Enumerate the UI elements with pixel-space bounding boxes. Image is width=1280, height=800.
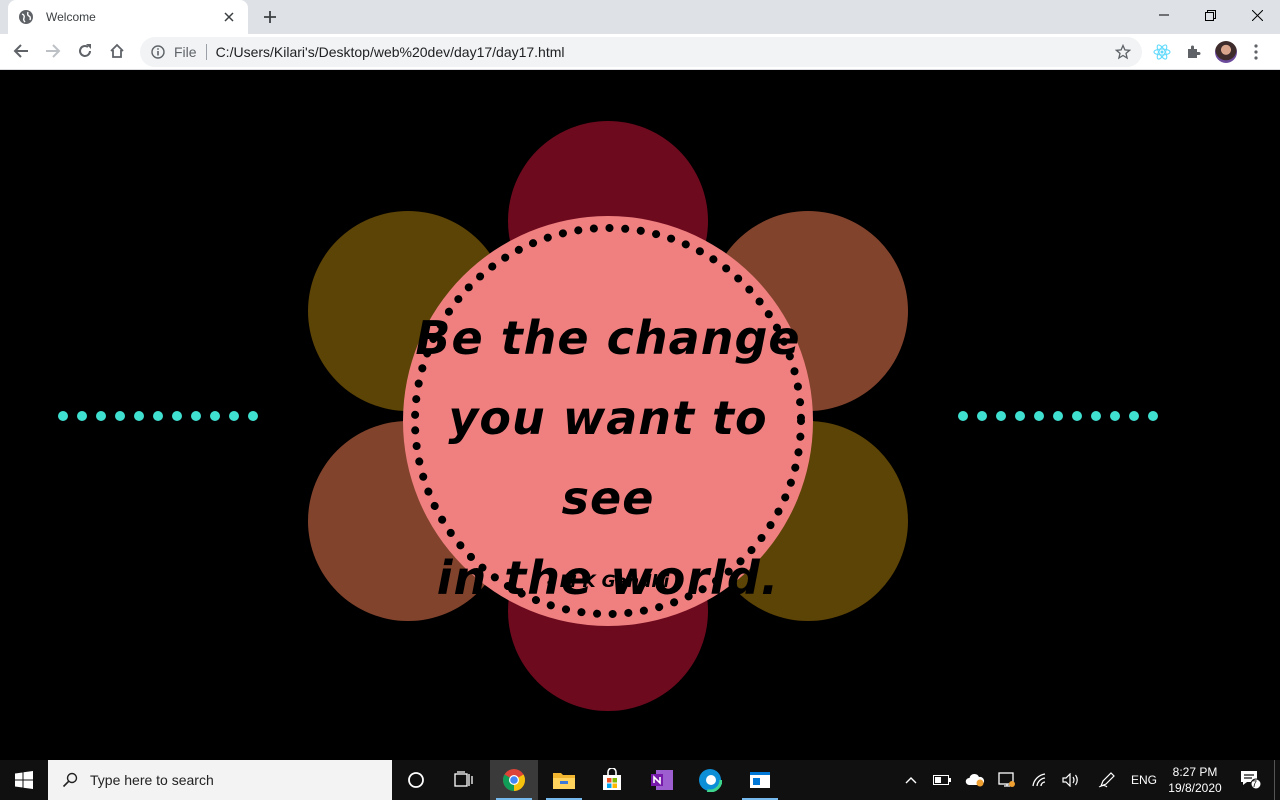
page-viewport: Be the change you want to see in the wor… <box>0 71 1280 760</box>
search-icon <box>62 772 78 788</box>
profile-avatar[interactable] <box>1213 39 1239 65</box>
teal-dot <box>1053 411 1063 421</box>
minimize-button[interactable] <box>1141 0 1187 30</box>
omnibox-divider <box>205 44 207 60</box>
action-center-button[interactable]: 7 <box>1234 760 1268 800</box>
language-label: ENG <box>1130 773 1157 787</box>
info-icon[interactable] <box>150 44 166 60</box>
cortana-circle-icon <box>408 772 424 788</box>
windows-taskbar: Type here to search ENG 8:27 PM 19/8/202… <box>0 760 1280 800</box>
onenote-icon <box>651 770 673 790</box>
task-view-icon <box>454 771 473 787</box>
clock-date: 19/8/2020 <box>1168 781 1222 795</box>
tab-title: Welcome <box>46 10 96 24</box>
address-bar[interactable]: File C:/Users/Kilari's/Desktop/web%20dev… <box>140 37 1142 67</box>
wifi-icon <box>1032 773 1046 787</box>
quote-line: you want to see <box>448 391 768 525</box>
bookmark-star-icon[interactable] <box>1110 39 1136 65</box>
teal-dot <box>1110 411 1120 421</box>
pen-workspace-tray[interactable] <box>1094 760 1120 800</box>
teal-dot <box>191 411 201 421</box>
teal-dot <box>1034 411 1044 421</box>
search-placeholder: Type here to search <box>90 772 214 788</box>
back-button[interactable] <box>6 36 36 66</box>
onedrive-tray[interactable] <box>960 760 990 800</box>
language-indicator[interactable]: ENG <box>1126 760 1162 800</box>
cortana-button[interactable] <box>392 760 440 800</box>
taskbar-file-explorer[interactable] <box>540 760 588 800</box>
dots-right <box>958 411 1158 421</box>
taskbar-store[interactable] <box>588 760 636 800</box>
dots-left <box>58 411 258 421</box>
quote-author: - M K Gandhi <box>546 572 670 592</box>
battery-icon <box>933 775 951 785</box>
scheme-label: File <box>174 44 197 60</box>
menu-kebab-icon[interactable] <box>1243 39 1269 65</box>
edge-icon <box>698 768 722 792</box>
teal-dot <box>229 411 239 421</box>
avatar <box>1215 41 1237 63</box>
windows-logo-icon <box>15 771 33 789</box>
speaker-icon <box>1062 773 1078 787</box>
show-hidden-icons-button[interactable] <box>898 760 924 800</box>
teal-dot <box>1148 411 1158 421</box>
teal-dot <box>996 411 1006 421</box>
tab-strip: Welcome <box>0 0 1280 34</box>
teal-dot <box>77 411 87 421</box>
system-clock[interactable]: 8:27 PM 19/8/2020 <box>1160 764 1230 796</box>
teal-dot <box>1072 411 1082 421</box>
wifi-tray[interactable] <box>1028 760 1054 800</box>
tab-welcome[interactable]: Welcome <box>8 0 248 34</box>
folder-icon <box>553 773 575 789</box>
clock-time: 8:27 PM <box>1172 765 1218 779</box>
home-button[interactable] <box>102 36 132 66</box>
notification-badge: 7 <box>1251 779 1257 789</box>
reload-button[interactable] <box>70 36 100 66</box>
teal-dot <box>1091 411 1101 421</box>
cloud-sync-icon <box>965 773 985 787</box>
start-button[interactable] <box>0 760 48 800</box>
taskbar-onenote[interactable] <box>638 760 686 800</box>
pen-icon <box>1098 772 1115 788</box>
teal-dot <box>1129 411 1139 421</box>
taskbar-edge[interactable] <box>686 760 734 800</box>
screen-capture-tray[interactable] <box>994 760 1020 800</box>
quote-text: Be the change you want to see in the wor… <box>403 298 813 618</box>
quote-line: Be the change <box>415 311 801 365</box>
teal-dot <box>1015 411 1025 421</box>
window-app-icon <box>750 772 770 788</box>
volume-tray[interactable] <box>1058 760 1084 800</box>
globe-icon <box>18 9 34 25</box>
teal-dot <box>58 411 68 421</box>
restore-button[interactable] <box>1187 0 1233 30</box>
quote-circle: Be the change you want to see in the wor… <box>403 216 813 626</box>
battery-tray[interactable] <box>928 760 956 800</box>
teal-dot <box>96 411 106 421</box>
teal-dot <box>134 411 144 421</box>
teal-dot <box>172 411 182 421</box>
new-tab-button[interactable] <box>258 6 282 28</box>
taskbar-app-window[interactable] <box>736 760 784 800</box>
chrome-icon <box>503 769 525 791</box>
chevron-up-icon <box>905 777 917 784</box>
close-window-button[interactable] <box>1234 0 1280 30</box>
url-text[interactable]: C:/Users/Kilari's/Desktop/web%20dev/day1… <box>216 44 1110 60</box>
teal-dot <box>977 411 987 421</box>
react-devtools-icon[interactable] <box>1149 39 1175 65</box>
screen-pen-icon <box>998 772 1015 787</box>
task-view-button[interactable] <box>440 760 488 800</box>
forward-button[interactable] <box>38 36 68 66</box>
teal-dot <box>958 411 968 421</box>
teal-dot <box>115 411 125 421</box>
taskbar-search[interactable]: Type here to search <box>48 760 392 800</box>
teal-dot <box>210 411 220 421</box>
extensions-puzzle-icon[interactable] <box>1181 39 1207 65</box>
teal-dot <box>153 411 163 421</box>
browser-toolbar: File C:/Users/Kilari's/Desktop/web%20dev… <box>0 34 1280 70</box>
show-desktop-button[interactable] <box>1274 760 1280 800</box>
taskbar-chrome[interactable] <box>490 760 538 800</box>
teal-dot <box>248 411 258 421</box>
close-tab-icon[interactable] <box>220 8 238 26</box>
store-bag-icon <box>603 768 621 790</box>
